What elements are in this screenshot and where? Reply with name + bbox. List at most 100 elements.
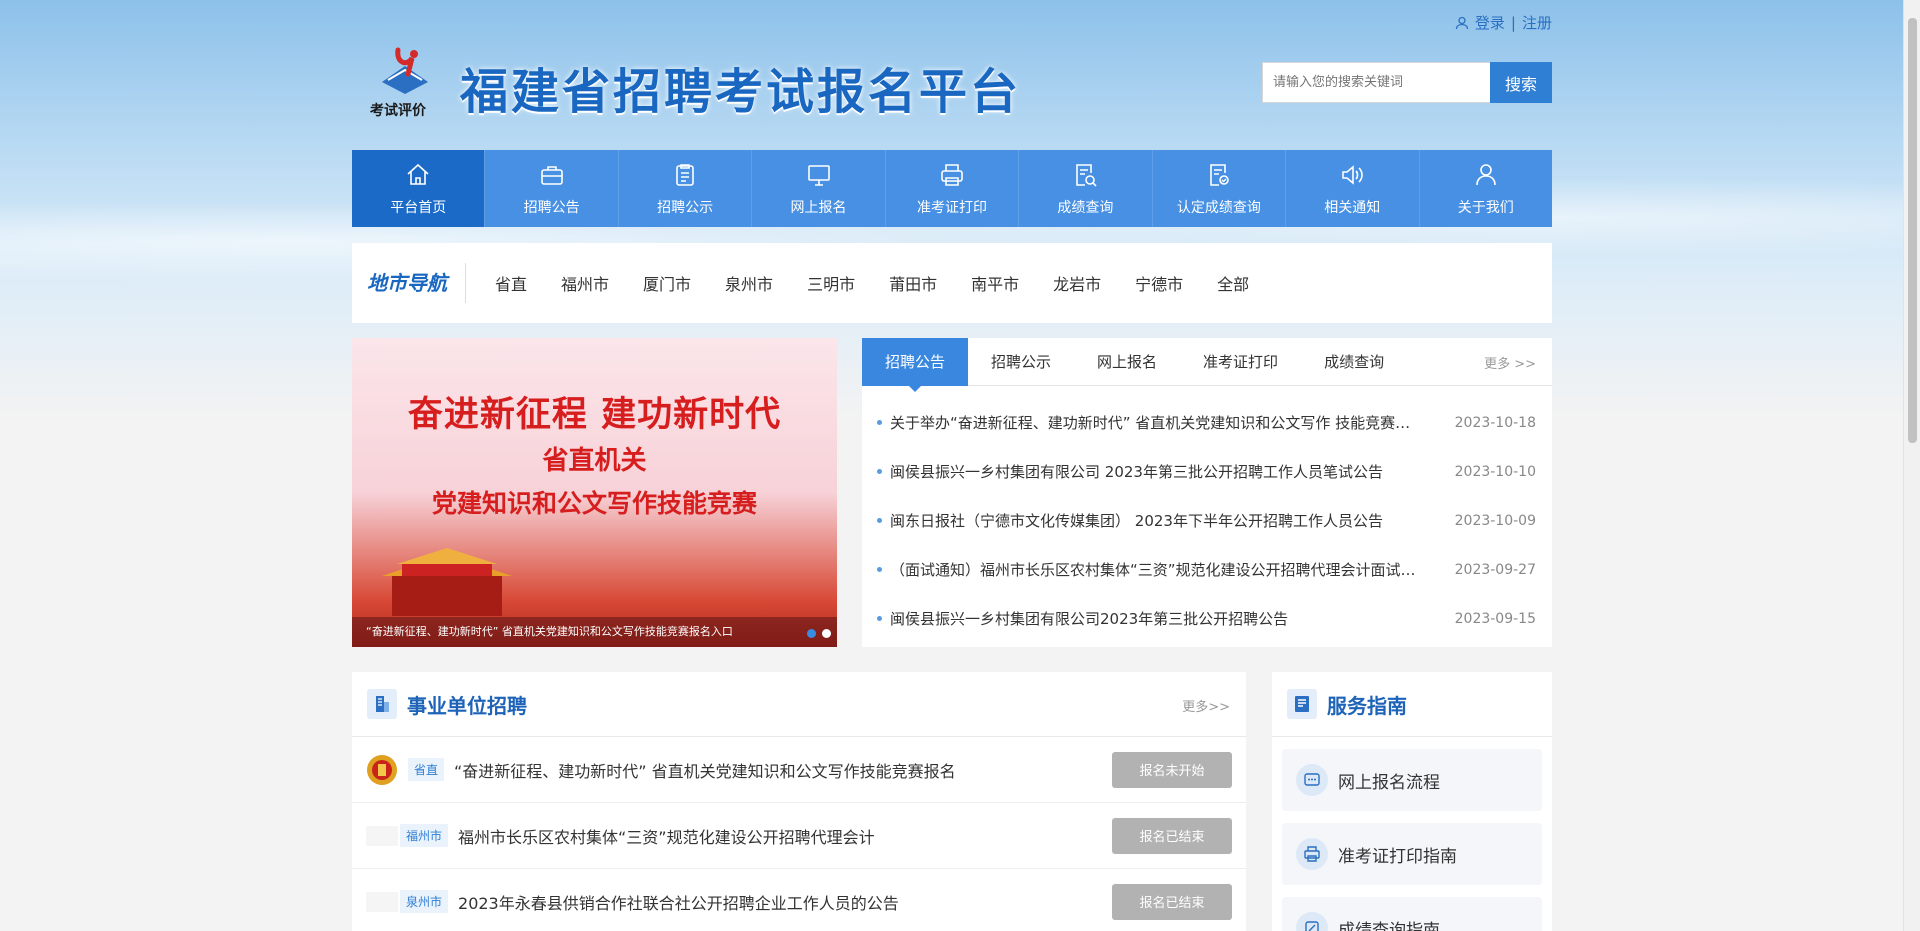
news-item[interactable]: 关于举办“奋进新征程、建功新时代” 省直机关党建知识和公文写作 技能竞赛的通知 2…: [862, 398, 1552, 447]
section-header: 服务指南: [1272, 672, 1552, 737]
nav-admission-ticket[interactable]: 准考证打印: [886, 150, 1020, 227]
nav-about-us[interactable]: 关于我们: [1420, 150, 1552, 227]
nav-certified-score[interactable]: 认定成绩查询: [1153, 150, 1287, 227]
tab-score-query[interactable]: 成绩查询: [1301, 338, 1407, 386]
bullet-icon: [877, 469, 882, 474]
logo-text: 考试评价: [370, 103, 426, 119]
news-tabs: 招聘公告 招聘公示 网上报名 准考证打印 成绩查询 更多 >>: [862, 337, 1552, 392]
tab-online-registration[interactable]: 网上报名: [1074, 338, 1180, 386]
user-icon: [1455, 16, 1469, 29]
news-title: 闽侯县振兴一乡村集团有限公司 2023年第三批公开招聘工作人员笔试公告: [890, 463, 1383, 481]
job-row[interactable]: 福州市 福州市长乐区农村集体“三资”规范化建设公开招聘代理会计 报名已结束: [352, 803, 1246, 869]
nav-label: 招聘公告: [523, 199, 580, 216]
guide-item-registration[interactable]: 网上报名流程: [1282, 749, 1542, 811]
verify-doc-icon: [1210, 163, 1229, 186]
nav-label: 成绩查询: [1057, 199, 1114, 216]
news-date: 2023-10-18: [1454, 414, 1536, 431]
carousel-dot[interactable]: [822, 629, 831, 638]
region-item[interactable]: 厦门市: [626, 271, 708, 295]
tab-publicity[interactable]: 招聘公示: [968, 338, 1074, 386]
news-list: 关于举办“奋进新征程、建功新时代” 省直机关党建知识和公文写作 技能竞赛的通知 2…: [862, 386, 1552, 643]
guide-label: 成绩查询指南: [1338, 920, 1440, 931]
link-separator: |: [1510, 13, 1516, 32]
guide-item-score[interactable]: 成绩查询指南: [1282, 897, 1542, 931]
news-date: 2023-10-09: [1454, 512, 1536, 529]
section-title: 事业单位招聘: [407, 693, 527, 718]
nav-label: 准考证打印: [916, 199, 987, 216]
region-item[interactable]: 三明市: [790, 271, 872, 295]
status-button[interactable]: 报名未开始: [1112, 751, 1232, 788]
news-title: 闽东日报社（宁德市文化传媒集团） 2023年下半年公开招聘工作人员公告: [890, 512, 1383, 530]
speaker-icon: [1342, 164, 1364, 185]
exam-logo-icon: [382, 47, 428, 94]
institution-recruitment-panel: 事业单位招聘 更多>> 省直 “奋进新征程、建功新时代” 省直机关党建知识和公文…: [352, 672, 1246, 931]
tab-admission-ticket[interactable]: 准考证打印: [1180, 338, 1301, 386]
user-links: 登录 | 注册: [1455, 12, 1552, 33]
nav-announcements[interactable]: 招聘公告: [485, 150, 619, 227]
banner-carousel[interactable]: 奋进新征程 建功新时代 省直机关 党建知识和公文写作技能竞赛 “奋进新征程、建功…: [352, 338, 837, 647]
bullet-icon: [877, 518, 882, 523]
org-logo-placeholder: [366, 825, 398, 846]
status-button[interactable]: 报名已结束: [1112, 883, 1232, 920]
region-item[interactable]: 福州市: [544, 271, 626, 295]
home-icon: [407, 163, 429, 185]
region-item[interactable]: 南平市: [954, 271, 1036, 295]
job-row[interactable]: 泉州市 2023年永春县供销合作社联合社公开招聘企业工作人员的公告 报名已结束: [352, 869, 1246, 931]
nav-notices[interactable]: 相关通知: [1286, 150, 1420, 227]
region-item[interactable]: 泉州市: [708, 271, 790, 295]
org-logo-placeholder: [366, 891, 398, 912]
printer-icon: [1296, 838, 1328, 870]
carousel-dots: [807, 629, 831, 638]
news-item[interactable]: 闽侯县振兴一乡村集团有限公司 2023年第三批公开招聘工作人员笔试公告 2023-…: [862, 447, 1552, 496]
clipboard-icon: [676, 163, 694, 186]
guide-label: 准考证打印指南: [1338, 846, 1457, 867]
guide-book-icon: [1287, 689, 1317, 719]
tab-announcements[interactable]: 招聘公告: [862, 337, 969, 392]
nav-home[interactable]: 平台首页: [352, 150, 486, 227]
page-scrollbar[interactable]: [1903, 0, 1920, 931]
section-header: 事业单位招聘 更多>>: [352, 672, 1246, 737]
nav-label: 认定成绩查询: [1176, 199, 1261, 216]
nav-label: 关于我们: [1457, 199, 1514, 216]
login-link[interactable]: 登录: [1475, 12, 1505, 33]
site-logo[interactable]: 考试评价: [368, 44, 442, 120]
nav-score-query[interactable]: 成绩查询: [1019, 150, 1153, 227]
region-item[interactable]: 莆田市: [872, 271, 954, 295]
news-title: （面试通知）福州市长乐区农村集体“三资”规范化建设公开招聘代理会计面试通知: [890, 561, 1431, 579]
nav-publicity[interactable]: 招聘公示: [619, 150, 753, 227]
region-item[interactable]: 宁德市: [1118, 271, 1200, 295]
printer-icon: [941, 163, 963, 186]
job-title: “奋进新征程、建功新时代” 省直机关党建知识和公文写作技能竞赛报名: [454, 761, 956, 781]
news-date: 2023-09-15: [1454, 610, 1536, 627]
search-doc-icon: [1076, 163, 1097, 187]
search-button[interactable]: 搜索: [1490, 62, 1552, 103]
site-title: 福建省招聘考试报名平台: [460, 64, 1022, 120]
news-item[interactable]: 闽侯县振兴一乡村集团有限公司2023年第三批公开招聘公告 2023-09-15: [862, 594, 1552, 643]
guide-item-ticket[interactable]: 准考证打印指南: [1282, 823, 1542, 885]
section-title: 服务指南: [1327, 693, 1407, 718]
job-title: 福州市长乐区农村集体“三资”规范化建设公开招聘代理会计: [458, 827, 875, 847]
region-nav-title: 地市导航: [352, 263, 466, 303]
region-item[interactable]: 省直: [478, 271, 544, 295]
news-panel: 招聘公告 招聘公示 网上报名 准考证打印 成绩查询 更多 >> 关于举办“奋进新…: [862, 337, 1552, 647]
news-more-link[interactable]: 更多 >>: [1484, 353, 1536, 372]
nav-label: 网上报名: [790, 199, 847, 216]
register-link[interactable]: 注册: [1522, 12, 1552, 33]
search-bar: 搜索: [1262, 62, 1552, 103]
region-item[interactable]: 全部: [1200, 271, 1266, 295]
news-item[interactable]: （面试通知）福州市长乐区农村集体“三资”规范化建设公开招聘代理会计面试通知 202…: [862, 545, 1552, 594]
job-row[interactable]: 省直 “奋进新征程、建功新时代” 省直机关党建知识和公文写作技能竞赛报名 报名未…: [352, 737, 1246, 803]
news-title: 闽侯县振兴一乡村集团有限公司2023年第三批公开招聘公告: [890, 610, 1289, 628]
region-tag: 省直: [408, 758, 445, 781]
news-item[interactable]: 闽东日报社（宁德市文化传媒集团） 2023年下半年公开招聘工作人员公告 2023-…: [862, 496, 1552, 545]
carousel-dot[interactable]: [807, 629, 816, 638]
status-button[interactable]: 报名已结束: [1112, 817, 1232, 854]
news-date: 2023-09-27: [1454, 561, 1536, 578]
search-input[interactable]: [1262, 62, 1490, 103]
scrollbar-thumb[interactable]: [1908, 18, 1917, 443]
jobs-more-link[interactable]: 更多>>: [1182, 696, 1230, 715]
nav-online-registration[interactable]: 网上报名: [752, 150, 886, 227]
nav-label: 招聘公示: [657, 199, 714, 216]
region-item[interactable]: 龙岩市: [1036, 271, 1118, 295]
news-date: 2023-10-10: [1454, 463, 1536, 480]
